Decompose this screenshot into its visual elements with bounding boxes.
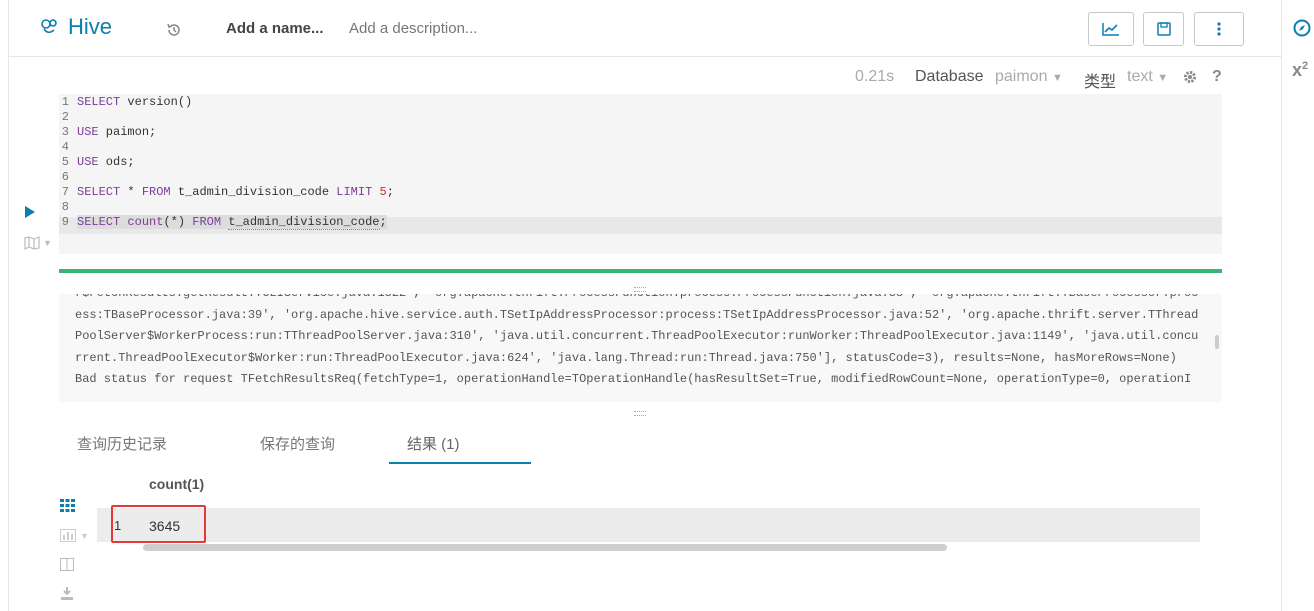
result-horizontal-scrollbar[interactable] <box>143 544 947 551</box>
result-column-header[interactable]: count(1) <box>149 476 204 492</box>
resize-handle[interactable] <box>634 287 646 292</box>
log-scrollbar[interactable] <box>1215 335 1219 349</box>
grid-view-icon[interactable] <box>60 499 75 512</box>
settings-gear-icon[interactable] <box>1183 70 1197 84</box>
compass-icon[interactable] <box>1293 19 1311 37</box>
save-icon <box>1156 22 1171 36</box>
line-chart-icon <box>1102 23 1119 36</box>
type-select[interactable]: text ▼ <box>1127 68 1168 86</box>
editor-line: 7 SELECT * FROM t_admin_division_code LIM… <box>61 185 394 199</box>
app-title: Hive <box>68 14 113 39</box>
editor-line: 5 USE ods; <box>61 155 135 169</box>
page-left-border <box>8 0 9 611</box>
run-query-icon[interactable] <box>25 206 35 218</box>
history-icon[interactable] <box>166 22 182 38</box>
editor-line: 6 <box>61 170 69 184</box>
snippet-map-menu[interactable]: ▼ <box>24 236 52 250</box>
editor-line: 2 <box>61 110 69 124</box>
editor-line: 9 SELECT count(*) FROM t_admin_division_c… <box>61 215 387 230</box>
right-assist-panel <box>1281 0 1314 611</box>
editor-line: 3 USE paimon; <box>61 125 157 139</box>
log-text: r$FetchResults:getResult:TCLIService.jav… <box>75 294 1199 386</box>
chart-view-menu[interactable]: ▼ <box>60 529 89 542</box>
editor-line: 1 SELECT version() <box>61 95 193 109</box>
table-row <box>97 508 1200 542</box>
tab-query-history[interactable]: 查询历史记录 <box>77 433 167 454</box>
execution-log: r$FetchResults:getResult:TCLIService.jav… <box>59 294 1222 402</box>
app-logo: Hive <box>38 14 112 40</box>
help-icon[interactable]: ? <box>1212 68 1222 86</box>
database-label: Database <box>915 68 984 85</box>
execution-time: 0.21s <box>855 68 895 85</box>
query-progress-bar <box>59 269 1222 273</box>
snippet-description-input[interactable]: Add a description... <box>349 20 477 37</box>
snippet-name-input[interactable]: Add a name... <box>226 20 324 37</box>
function-icon[interactable]: x2 <box>1292 60 1308 81</box>
bar-chart-icon <box>60 529 76 542</box>
vertical-dots-icon <box>1217 22 1221 36</box>
annotation-highlight-box <box>111 505 206 543</box>
type-label: 类型 <box>1084 74 1117 91</box>
resize-handle[interactable] <box>634 411 646 416</box>
caret-down-icon: ▼ <box>43 238 52 248</box>
database-value: paimon <box>995 68 1048 85</box>
map-icon <box>24 236 40 250</box>
editor-line: 8 <box>61 200 69 214</box>
chart-button[interactable] <box>1088 12 1134 46</box>
active-tab-underline <box>389 462 531 464</box>
columns-icon[interactable] <box>60 558 74 571</box>
download-icon[interactable] <box>60 587 74 600</box>
save-button[interactable] <box>1143 12 1184 46</box>
database-select[interactable]: paimon ▼ <box>995 68 1063 86</box>
editor-line: 4 <box>61 140 69 154</box>
more-options-button[interactable] <box>1194 12 1244 46</box>
caret-down-icon: ▼ <box>1051 72 1063 84</box>
type-value: text <box>1127 68 1153 85</box>
caret-down-icon: ▼ <box>1157 72 1169 84</box>
sql-editor[interactable]: 1 SELECT version() 2 3 USE paimon; 4 5 USE … <box>59 94 1222 254</box>
tab-saved-queries[interactable]: 保存的查询 <box>260 433 335 454</box>
caret-down-icon: ▼ <box>80 530 89 541</box>
tab-results[interactable]: 结果 (1) <box>407 433 460 454</box>
hive-bee-icon <box>41 19 57 34</box>
